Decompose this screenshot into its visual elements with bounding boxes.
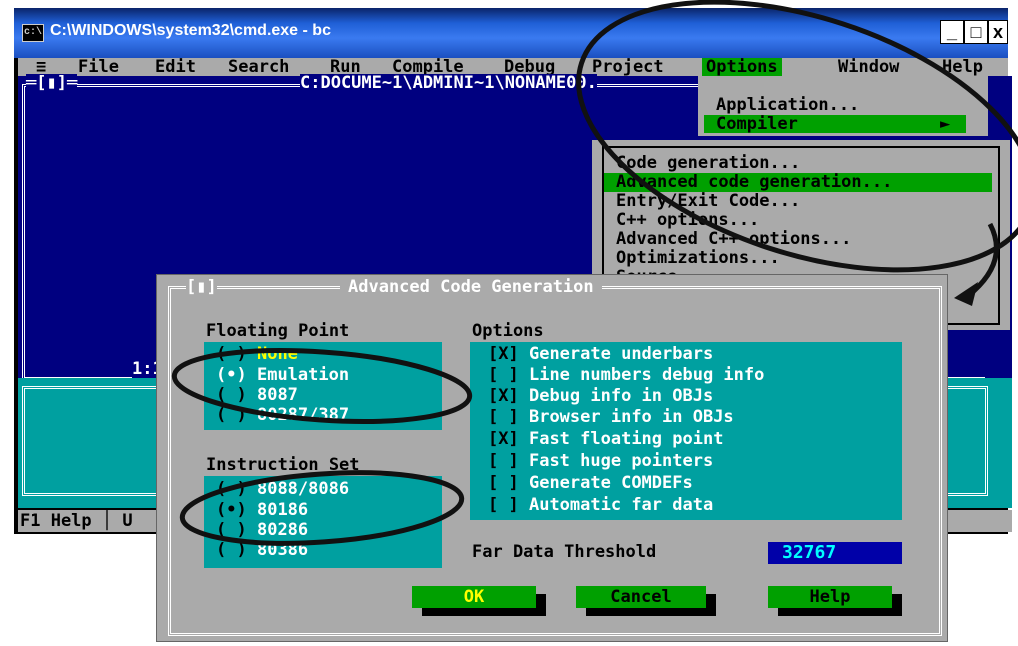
annotation-overlay bbox=[171, 0, 1018, 546]
arrowhead-icon bbox=[954, 282, 978, 306]
highlight-ellipse-instruction bbox=[179, 470, 465, 546]
highlight-ellipse-floating bbox=[171, 348, 473, 424]
highlight-ellipse-menu bbox=[576, 0, 1018, 273]
